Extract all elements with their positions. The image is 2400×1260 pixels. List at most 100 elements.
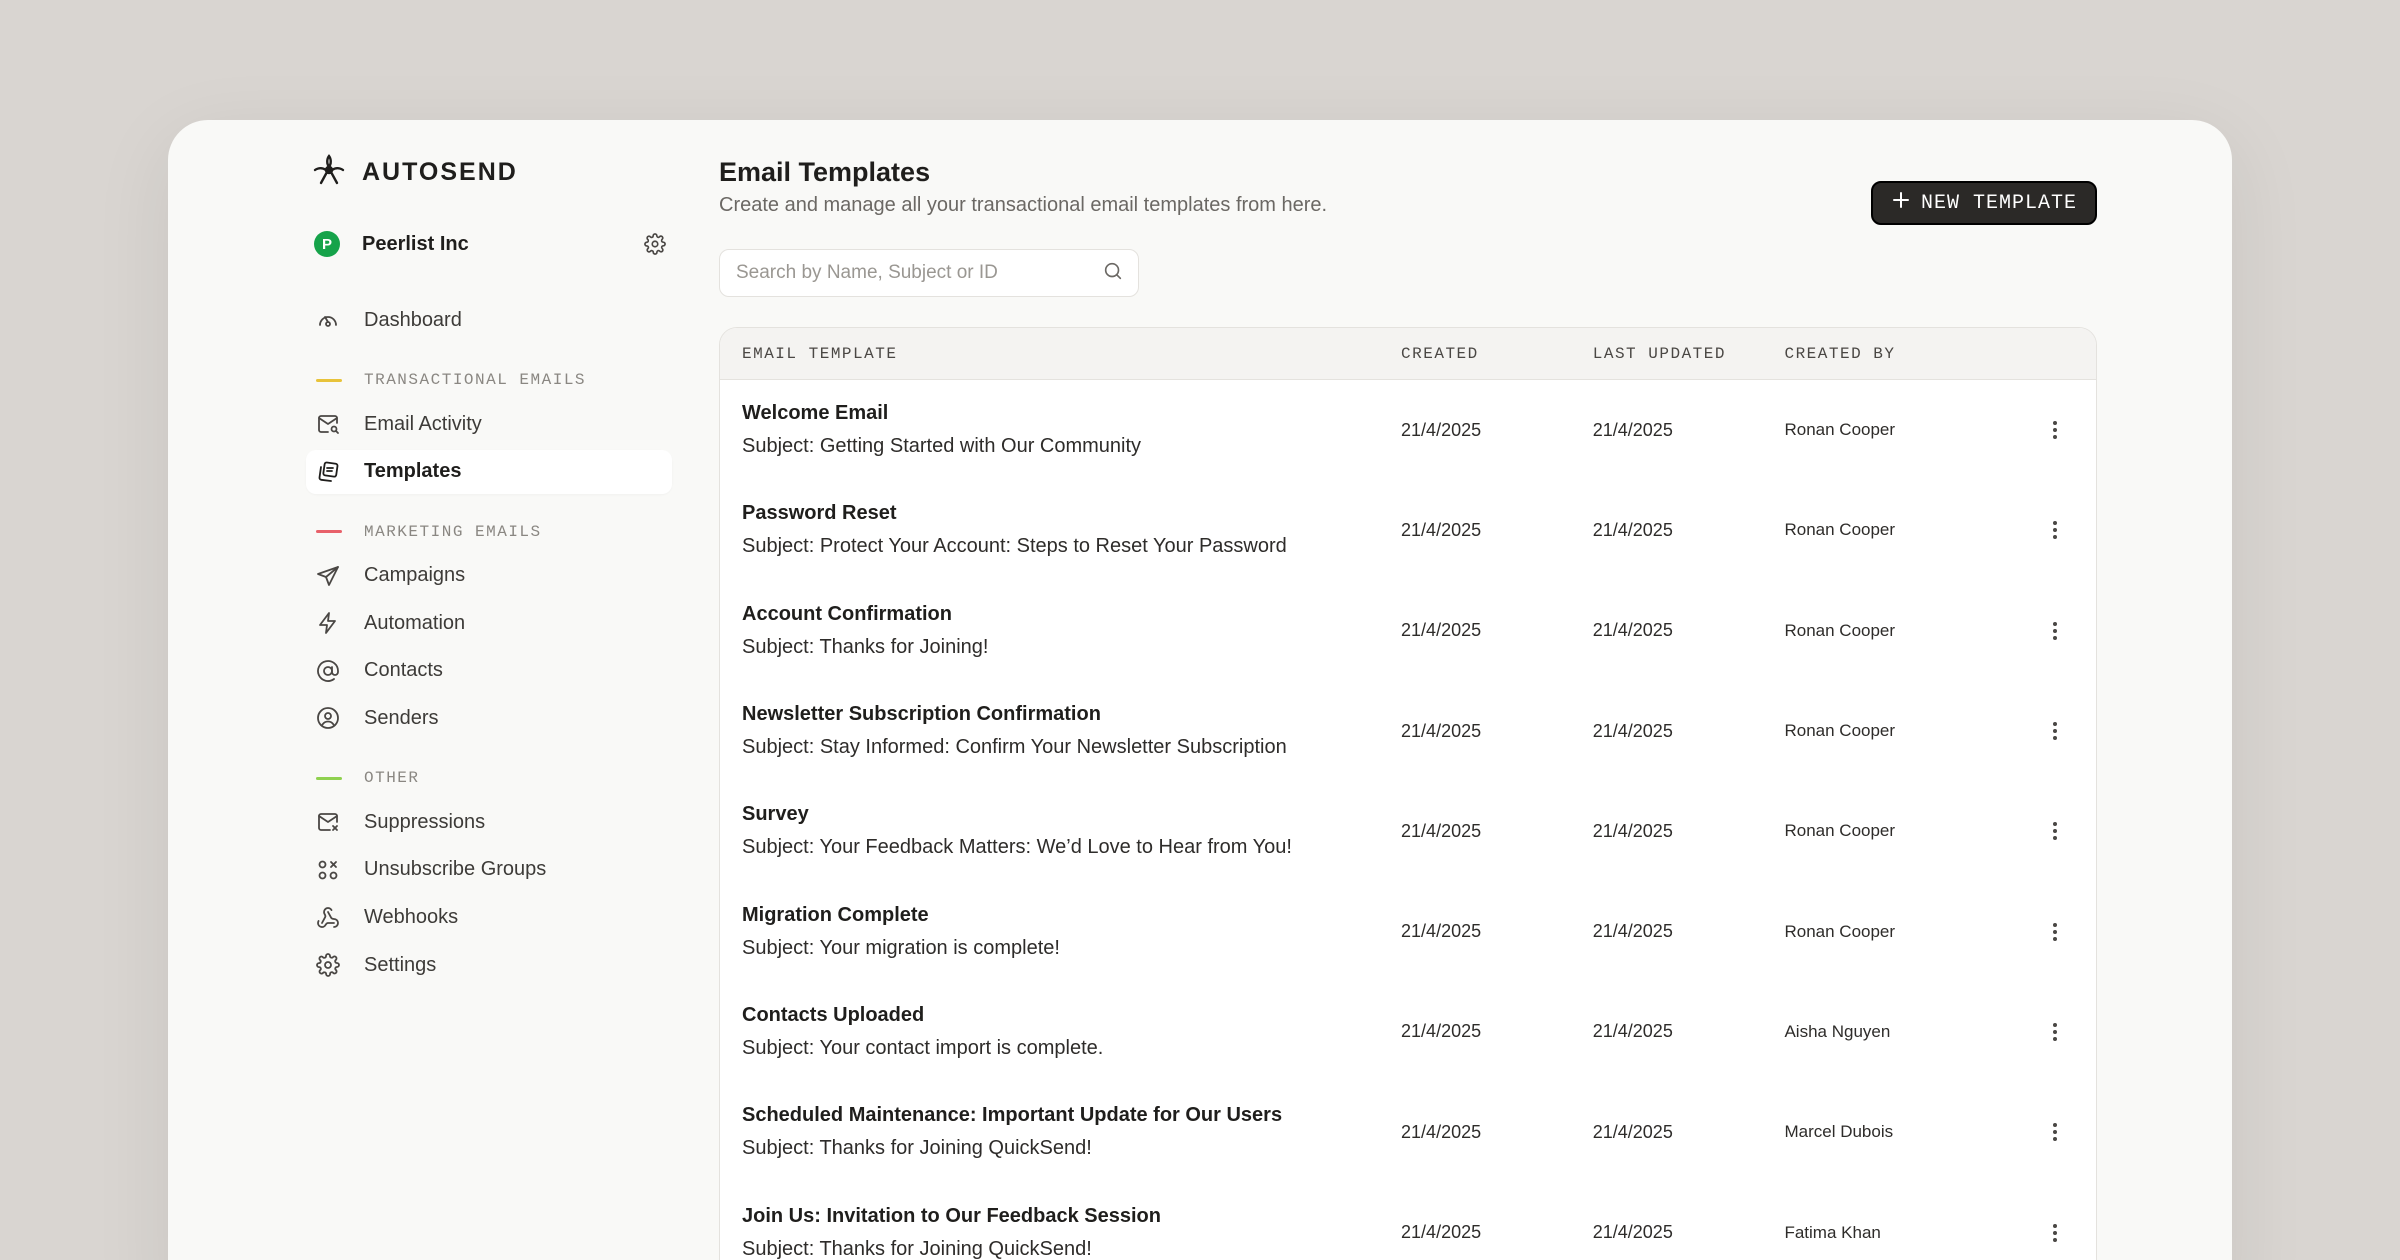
last-updated-date: 21/4/2025 xyxy=(1592,1121,1673,1142)
created-date: 21/4/2025 xyxy=(1401,1021,1482,1042)
created-by: Ronan Cooper xyxy=(1784,620,1896,640)
template-subject: Subject: Thanks for Joining QuickSend! xyxy=(742,1237,1092,1260)
template-name[interactable]: Account Confirmation xyxy=(742,603,1401,626)
more-options-icon[interactable] xyxy=(2039,1116,2071,1148)
sidebar-item-templates[interactable]: Templates xyxy=(306,449,672,494)
template-name[interactable]: Migration Complete xyxy=(742,904,1401,927)
table-row[interactable]: Password Reset Subject: Protect Your Acco… xyxy=(720,480,2096,580)
template-subject: Subject: Thanks for Joining QuickSend! xyxy=(742,1137,1092,1160)
new-template-button[interactable]: NEW TEMPLATE xyxy=(1871,181,2097,225)
templates-table: EMAIL TEMPLATE CREATED LAST UPDATED CREA… xyxy=(719,327,2097,1260)
created-by: Ronan Cooper xyxy=(1784,721,1896,741)
gear-icon xyxy=(314,951,342,979)
column-header-created-by[interactable]: CREATED BY xyxy=(1784,345,2014,363)
template-cell: Newsletter Subscription Confirmation Subj… xyxy=(720,703,1401,759)
created-by: Ronan Cooper xyxy=(1784,921,1896,941)
table-row[interactable]: Account Confirmation Subject: Thanks for … xyxy=(720,581,2096,681)
more-options-icon[interactable] xyxy=(2039,1016,2071,1048)
created-by: Aisha Nguyen xyxy=(1784,1021,1891,1041)
sidebar-item-senders[interactable]: Senders xyxy=(306,696,672,740)
template-name[interactable]: Survey xyxy=(742,803,1401,826)
column-header-last-updated[interactable]: LAST UPDATED xyxy=(1593,345,1785,363)
main-content: Email Templates Create and manage all yo… xyxy=(719,150,2097,1260)
last-updated-date: 21/4/2025 xyxy=(1592,720,1673,741)
sidebar-item-settings[interactable]: Settings xyxy=(306,943,672,987)
created-date: 21/4/2025 xyxy=(1401,820,1482,841)
created-by: Ronan Cooper xyxy=(1784,821,1896,841)
mail-search-icon xyxy=(314,410,342,438)
template-subject: Subject: Your migration is complete! xyxy=(742,936,1060,959)
sidebar-item-automation[interactable]: Automation xyxy=(306,601,672,645)
more-options-icon[interactable] xyxy=(2039,1217,2071,1249)
table-row[interactable]: Survey Subject: Your Feedback Matters: We… xyxy=(720,781,2096,881)
sidebar-item-label: Dashboard xyxy=(364,308,462,331)
created-by: Fatima Khan xyxy=(1784,1222,1881,1242)
template-name[interactable]: Contacts Uploaded xyxy=(742,1004,1401,1027)
actions-cell xyxy=(2014,514,2096,546)
brand[interactable]: AUTOSEND xyxy=(306,150,672,194)
sidebar-item-label: Unsubscribe Groups xyxy=(364,858,547,881)
table-row[interactable]: Contacts Uploaded Subject: Your contact i… xyxy=(720,982,2096,1082)
template-name[interactable]: Newsletter Subscription Confirmation xyxy=(742,703,1401,726)
template-subject: Subject: Your Feedback Matters: We’d Lov… xyxy=(742,836,1292,859)
table-row[interactable]: Scheduled Maintenance: Important Update … xyxy=(720,1082,2096,1182)
sidebar-item-dashboard[interactable]: Dashboard xyxy=(306,298,672,342)
sidebar-item-webhooks[interactable]: Webhooks xyxy=(306,896,672,940)
org-switcher[interactable]: P Peerlist Inc xyxy=(306,222,672,266)
section-other: OTHER xyxy=(306,756,672,800)
sidebar-item-contacts[interactable]: Contacts xyxy=(306,649,672,693)
more-options-icon[interactable] xyxy=(2039,615,2071,647)
section-accent-dash xyxy=(316,378,342,382)
more-options-icon[interactable] xyxy=(2039,916,2071,948)
more-options-icon[interactable] xyxy=(2039,514,2071,546)
actions-cell xyxy=(2014,815,2096,847)
sidebar-item-unsubscribe-groups[interactable]: Unsubscribe Groups xyxy=(306,848,672,892)
sidebar-item-suppressions[interactable]: Suppressions xyxy=(306,800,672,844)
more-options-icon[interactable] xyxy=(2039,715,2071,747)
created-date: 21/4/2025 xyxy=(1401,921,1482,942)
section-marketing-emails: MARKETING EMAILS xyxy=(306,510,672,554)
org-settings-gear-icon[interactable] xyxy=(642,231,668,257)
template-name[interactable]: Join Us: Invitation to Our Feedback Sess… xyxy=(742,1205,1401,1228)
template-cell: Welcome Email Subject: Getting Started wi… xyxy=(720,402,1401,458)
more-options-icon[interactable] xyxy=(2039,414,2071,446)
at-sign-icon xyxy=(314,657,342,685)
column-header-email-template[interactable]: EMAIL TEMPLATE xyxy=(720,345,1401,363)
webhook-icon xyxy=(314,904,342,932)
autosend-logo-icon xyxy=(312,153,346,192)
search-icon[interactable] xyxy=(1102,260,1124,287)
template-cell: Survey Subject: Your Feedback Matters: We… xyxy=(720,803,1401,859)
created-date: 21/4/2025 xyxy=(1401,1121,1482,1142)
paper-plane-icon xyxy=(314,562,342,590)
sidebar-item-email-activity[interactable]: Email Activity xyxy=(306,402,672,446)
search-box[interactable] xyxy=(719,249,1139,297)
plus-icon xyxy=(1891,190,1911,217)
template-cell: Contacts Uploaded Subject: Your contact i… xyxy=(720,1004,1401,1060)
sidebar-item-campaigns[interactable]: Campaigns xyxy=(306,554,672,598)
user-circle-icon xyxy=(314,704,342,732)
mail-x-icon xyxy=(314,808,342,836)
table-row[interactable]: Welcome Email Subject: Getting Started wi… xyxy=(720,380,2096,480)
last-updated-date: 21/4/2025 xyxy=(1592,820,1673,841)
more-options-icon[interactable] xyxy=(2039,815,2071,847)
created-date: 21/4/2025 xyxy=(1401,620,1482,641)
template-name[interactable]: Password Reset xyxy=(742,502,1401,525)
org-name: Peerlist Inc xyxy=(362,232,469,255)
created-date: 21/4/2025 xyxy=(1401,1222,1482,1243)
template-name[interactable]: Welcome Email xyxy=(742,402,1401,425)
search-input[interactable] xyxy=(736,262,1102,284)
table-row[interactable]: Join Us: Invitation to Our Feedback Sess… xyxy=(720,1182,2096,1260)
section-accent-dash xyxy=(316,776,342,780)
template-subject: Subject: Your contact import is complete… xyxy=(742,1036,1104,1059)
new-template-label: NEW TEMPLATE xyxy=(1920,191,2078,215)
last-updated-date: 21/4/2025 xyxy=(1592,620,1673,641)
created-by: Ronan Cooper xyxy=(1784,520,1896,540)
template-subject: Subject: Getting Started with Our Commun… xyxy=(742,435,1142,458)
column-header-created[interactable]: CREATED xyxy=(1401,345,1593,363)
table-row[interactable]: Migration Complete Subject: Your migratio… xyxy=(720,881,2096,981)
table-row[interactable]: Newsletter Subscription Confirmation Subj… xyxy=(720,681,2096,781)
sidebar-item-label: Automation xyxy=(364,611,466,634)
dashboard-gauge-icon xyxy=(314,306,342,334)
section-title: MARKETING EMAILS xyxy=(364,522,542,541)
template-name[interactable]: Scheduled Maintenance: Important Update … xyxy=(742,1104,1401,1127)
